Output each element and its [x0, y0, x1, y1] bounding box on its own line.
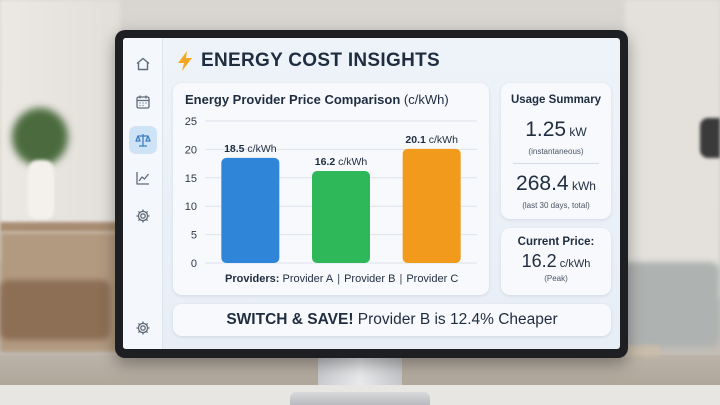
lightning-bolt-icon: [175, 50, 195, 72]
home-icon: [136, 57, 150, 71]
monitor-stand-base: [290, 392, 430, 405]
instantaneous-usage: 1.25 kW: [501, 118, 611, 142]
provider-b-label: Provider B: [344, 273, 396, 285]
y-tick-label: 5: [191, 230, 197, 242]
provider-a-label: Provider A: [282, 273, 334, 285]
page-title: ENERGY COST INSIGHTS: [201, 50, 440, 71]
separator: |: [337, 273, 341, 285]
price-value: 16.2: [521, 251, 557, 271]
instant-note: (instantaneous): [528, 147, 584, 156]
y-tick-label: 0: [191, 258, 197, 270]
line-chart-icon: [136, 172, 150, 185]
bar-chart: 0 5 10 15 20 25 18.5 c/kWh 16.2 c/kWh 20.1 c/kWh: [185, 116, 477, 270]
y-tick-label: 10: [185, 201, 197, 213]
y-tick-label: 25: [185, 116, 197, 128]
background-vase: [28, 160, 54, 220]
sidebar-item-calendar[interactable]: [129, 88, 157, 116]
price-heading: Current Price:: [517, 236, 595, 248]
monitor: ENERGY COST INSIGHTS Energy Provider Pri…: [115, 30, 628, 358]
bar: [221, 157, 280, 263]
banner-text: SWITCH & SAVE! Provider B is 12.4% Cheap…: [173, 311, 611, 329]
y-tick-label: 15: [185, 173, 197, 185]
background-sofa: [620, 262, 720, 347]
calendar-icon: [136, 95, 150, 109]
scale-icon: [135, 134, 151, 147]
price-note: (Peak): [544, 274, 568, 283]
divider: [513, 163, 599, 164]
instant-unit: kW: [566, 125, 587, 139]
total-unit: kWh: [568, 179, 596, 193]
screen: ENERGY COST INSIGHTS Energy Provider Pri…: [123, 38, 620, 349]
sidebar-item-home[interactable]: [129, 50, 157, 78]
background-shelf: [0, 222, 118, 232]
total-note: (last 30 days, total): [522, 201, 590, 210]
banner-headline: SWITCH & SAVE!: [226, 311, 354, 328]
banner-message: Provider B is 12.4% Cheaper: [353, 311, 558, 328]
bar-data-label: 20.1 c/kWh: [405, 134, 458, 146]
bar: [402, 148, 461, 263]
sidebar-item-trends[interactable]: [129, 164, 157, 192]
bar-data-label: 16.2 c/kWh: [315, 156, 368, 168]
provider-c-label: Provider C: [406, 273, 459, 285]
usage-heading: Usage Summary: [510, 94, 602, 106]
providers-label: Providers:: [225, 273, 280, 285]
y-tick-label: 20: [185, 144, 197, 156]
price-unit: c/kWh: [556, 258, 591, 270]
total-usage: 268.4 kWh: [501, 172, 611, 196]
providers-axis-label: Providers: Provider A | Provider B | Provide…: [225, 273, 458, 285]
sidebar-bottom-settings[interactable]: [129, 314, 157, 342]
sidebar-item-compare[interactable]: [129, 126, 157, 154]
instant-value: 1.25: [525, 118, 567, 141]
current-price: 16.2 c/kWh: [501, 251, 611, 272]
switch-save-banner[interactable]: SWITCH & SAVE! Provider B is 12.4% Cheap…: [173, 304, 611, 336]
sidebar-item-settings[interactable]: [129, 202, 157, 230]
sidebar: [123, 38, 163, 349]
usage-summary-card: Usage Summary 1.25 kW (instantaneous) 26…: [501, 83, 611, 219]
gear-icon: [136, 321, 150, 335]
header: ENERGY COST INSIGHTS: [175, 50, 440, 72]
background-chair: [0, 280, 110, 340]
gear-icon: [136, 209, 150, 223]
total-value: 268.4: [516, 172, 569, 195]
background-plant: [12, 108, 68, 166]
background-lamp: [700, 118, 720, 158]
bar-data-label: 18.5 c/kWh: [224, 143, 277, 155]
separator: |: [399, 273, 403, 285]
current-price-card: Current Price: 16.2 c/kWh (Peak): [501, 228, 611, 295]
bar: [312, 170, 370, 263]
price-comparison-card: Energy Provider Price Comparison (c/kWh)…: [173, 83, 489, 295]
